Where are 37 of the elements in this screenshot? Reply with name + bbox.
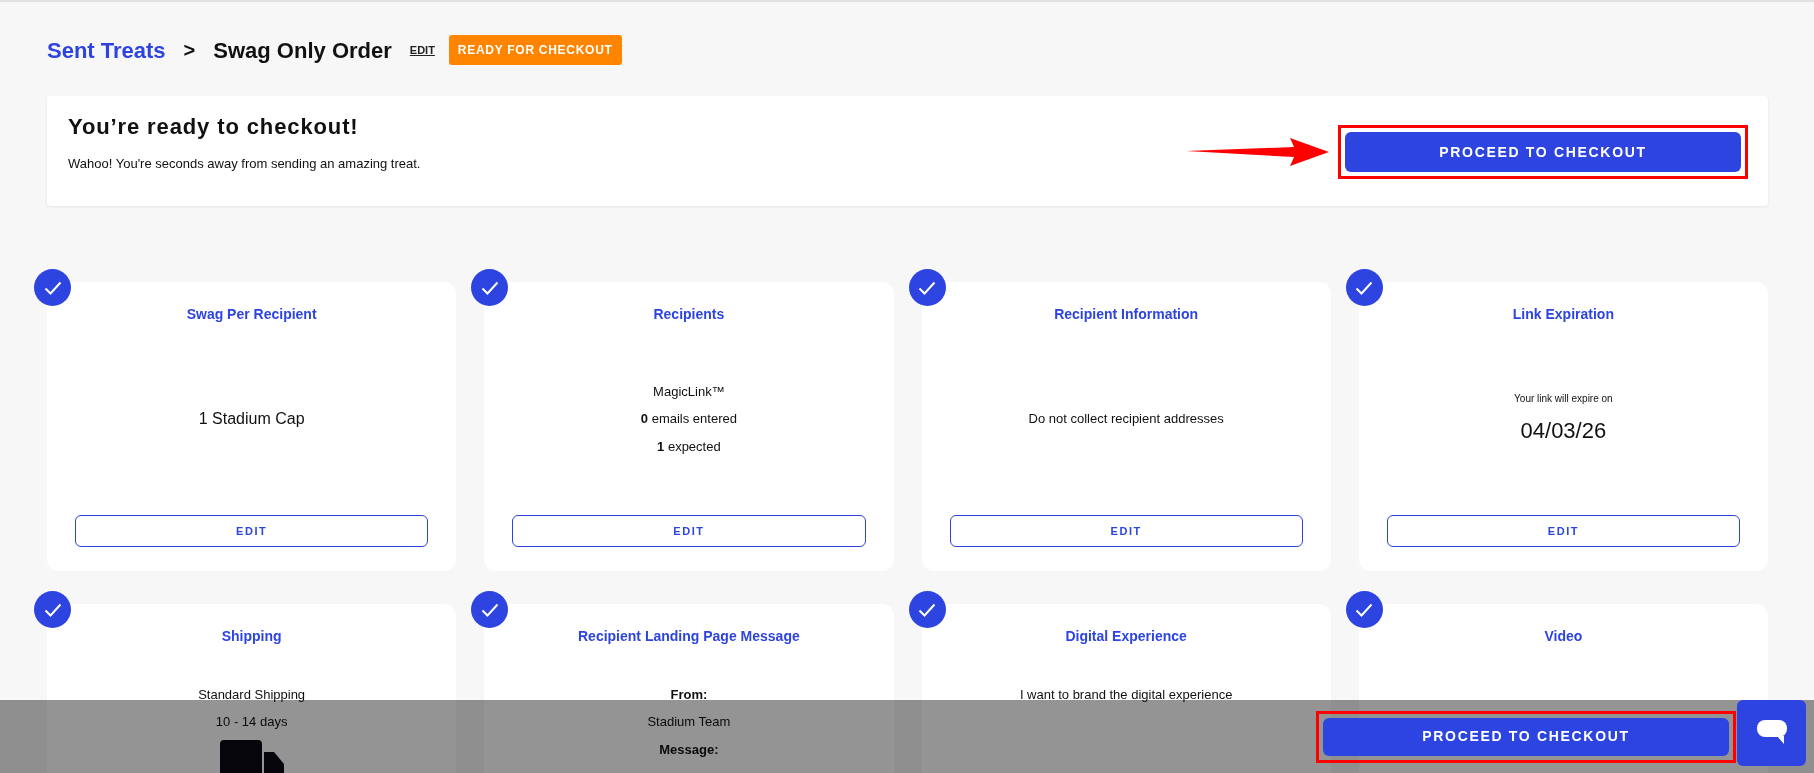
card-title: Recipient Information bbox=[1054, 306, 1199, 323]
detail-text: 10 - 14 days bbox=[215, 713, 288, 732]
caption-text: Your link will expire on bbox=[1514, 391, 1613, 406]
proceed-to-checkout-button[interactable]: PROCEED TO CHECKOUT bbox=[1323, 717, 1729, 756]
field-label: From: bbox=[670, 685, 708, 704]
chat-bubble-icon bbox=[1756, 720, 1787, 746]
edit-button[interactable]: EDIT bbox=[1386, 515, 1740, 547]
panel-title: You’re ready to checkout! bbox=[68, 114, 360, 141]
breadcrumb-link[interactable]: Sent Treats bbox=[47, 33, 166, 67]
proceed-to-checkout-button[interactable]: PROCEED TO CHECKOUT bbox=[1345, 132, 1741, 172]
status-badge: READY FOR CHECKOUT bbox=[448, 35, 622, 65]
card-title: Link Expiration bbox=[1512, 306, 1614, 323]
card-title: Video bbox=[1544, 628, 1583, 645]
chat-button[interactable] bbox=[1737, 700, 1806, 766]
truck-icon bbox=[219, 739, 284, 773]
breadcrumb-separator: > bbox=[183, 38, 196, 63]
edit-button[interactable]: EDIT bbox=[512, 515, 866, 547]
edit-button[interactable]: EDIT bbox=[949, 515, 1303, 547]
page-title: Swag Only Order bbox=[213, 36, 392, 65]
detail-text: 0 emails entered bbox=[640, 410, 737, 429]
card-title: Recipient Landing Page Message bbox=[578, 628, 800, 645]
detail-text: Do not collect recipient addresses bbox=[1028, 410, 1224, 429]
detail-text: MagicLink™ bbox=[653, 382, 725, 401]
expiry-date: 04/03/26 bbox=[1520, 416, 1607, 445]
card-title: Recipients bbox=[653, 306, 725, 323]
field-label: Message: bbox=[659, 740, 719, 759]
detail-text: Standard Shipping bbox=[198, 685, 306, 704]
edit-button[interactable]: EDIT bbox=[75, 515, 429, 547]
detail-text: 1 expected bbox=[657, 437, 721, 456]
edit-link[interactable]: EDIT bbox=[409, 41, 435, 59]
card-title: Digital Experience bbox=[1065, 628, 1187, 645]
detail-text: I want to brand the digital experience bbox=[1019, 685, 1233, 704]
card-title: Shipping bbox=[221, 628, 282, 645]
panel-message: Wahoo! You're seconds away from sending an amazing treat. bbox=[68, 155, 421, 174]
item-summary: 1 Stadium Cap bbox=[198, 408, 305, 429]
card-title: Swag Per Recipient bbox=[186, 306, 317, 323]
detail-text: Stadium Team bbox=[647, 713, 731, 732]
